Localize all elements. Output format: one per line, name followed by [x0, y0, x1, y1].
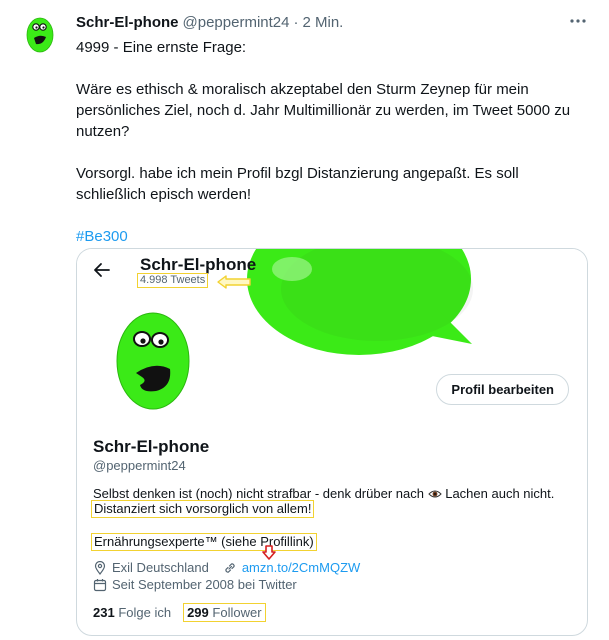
- back-icon[interactable]: [91, 259, 113, 281]
- bio-line-2: Distanziert sich vorsorglich von allem!: [91, 500, 315, 518]
- tweet-text-line: nutzen?: [76, 123, 130, 140]
- profile-display-name: Schr-El-phone: [93, 437, 210, 456]
- hashtag-link[interactable]: #Be300: [76, 228, 128, 245]
- tweet-text-line: [76, 205, 596, 226]
- tweet-text-line: persönliches Ziel, noch d. Jahr Multimil…: [76, 102, 571, 119]
- following-label: Folge ich: [118, 605, 172, 620]
- tweet-text-line: Vorsorgl. habe ich mein Profil bzgl Dist…: [76, 165, 519, 182]
- tweet-text: 4999 - Eine ernste Frage: Wäre es ethisc…: [76, 37, 596, 247]
- more-icon[interactable]: [567, 10, 589, 32]
- followers-label: Follower: [212, 605, 262, 620]
- following-count: 231: [93, 605, 115, 620]
- attached-profile-screenshot[interactable]: Schr-El-phone 4.998 Tweets Profil bearbe…: [76, 248, 588, 636]
- follow-stats: 231 Folge ich 299 Follower: [93, 603, 266, 622]
- bio-line-3: Ernährungsexperte™ (siehe Profillink): [91, 533, 317, 551]
- tweet: Schr-El-phone @peppermint24 · 2 Min. 499…: [0, 0, 609, 640]
- tweet-text-line: [76, 58, 596, 79]
- tweet-timestamp[interactable]: 2 Min.: [302, 14, 343, 31]
- followers-count: 299: [187, 605, 209, 620]
- author-display-name[interactable]: Schr-El-phone: [76, 14, 179, 31]
- eye-icon: [427, 490, 442, 498]
- highlight-arrow-icon: [217, 275, 251, 289]
- card-header-name: Schr-El-phone: [140, 255, 257, 274]
- tweet-count: 4.998 Tweets: [137, 273, 209, 288]
- profile-joined: Seit September 2008 bei Twitter: [112, 577, 297, 592]
- profile-avatar[interactable]: [112, 307, 194, 413]
- profile-meta-row: Exil Deutschland amzn.to/2CmMQZW: [93, 560, 360, 575]
- profile-link[interactable]: amzn.to/2CmMQZW: [242, 560, 360, 575]
- author-handle[interactable]: @peppermint24: [183, 14, 290, 31]
- edit-profile-button[interactable]: Profil bearbeiten: [436, 374, 569, 405]
- bio-text: Selbst denken ist (noch) nicht strafbar …: [93, 486, 424, 501]
- following-link[interactable]: 231 Folge ich: [93, 605, 171, 620]
- tweet-text-line: 4999 - Eine ernste Frage:: [76, 39, 247, 56]
- tweet-header: Schr-El-phone @peppermint24 · 2 Min.: [76, 12, 589, 32]
- bio-text-end: Lachen auch nicht.: [445, 486, 555, 501]
- profile-location: Exil Deutschland: [112, 560, 209, 575]
- tweet-text-line: schließlich episch werden!: [76, 186, 252, 203]
- tweet-text-line: [76, 142, 596, 163]
- red-arrow-icon: [262, 545, 276, 560]
- tweet-text-line: Wäre es ethisch & moralisch akzeptabel d…: [76, 81, 529, 98]
- profile-joined-row: Seit September 2008 bei Twitter: [93, 577, 297, 592]
- calendar-icon: [93, 578, 107, 591]
- profile-handle: @peppermint24: [93, 458, 186, 473]
- location-icon: [94, 560, 106, 575]
- followers-link[interactable]: 299 Follower: [183, 603, 266, 622]
- separator-dot: ·: [293, 13, 299, 31]
- author-avatar[interactable]: [16, 10, 64, 58]
- link-icon: [225, 562, 235, 573]
